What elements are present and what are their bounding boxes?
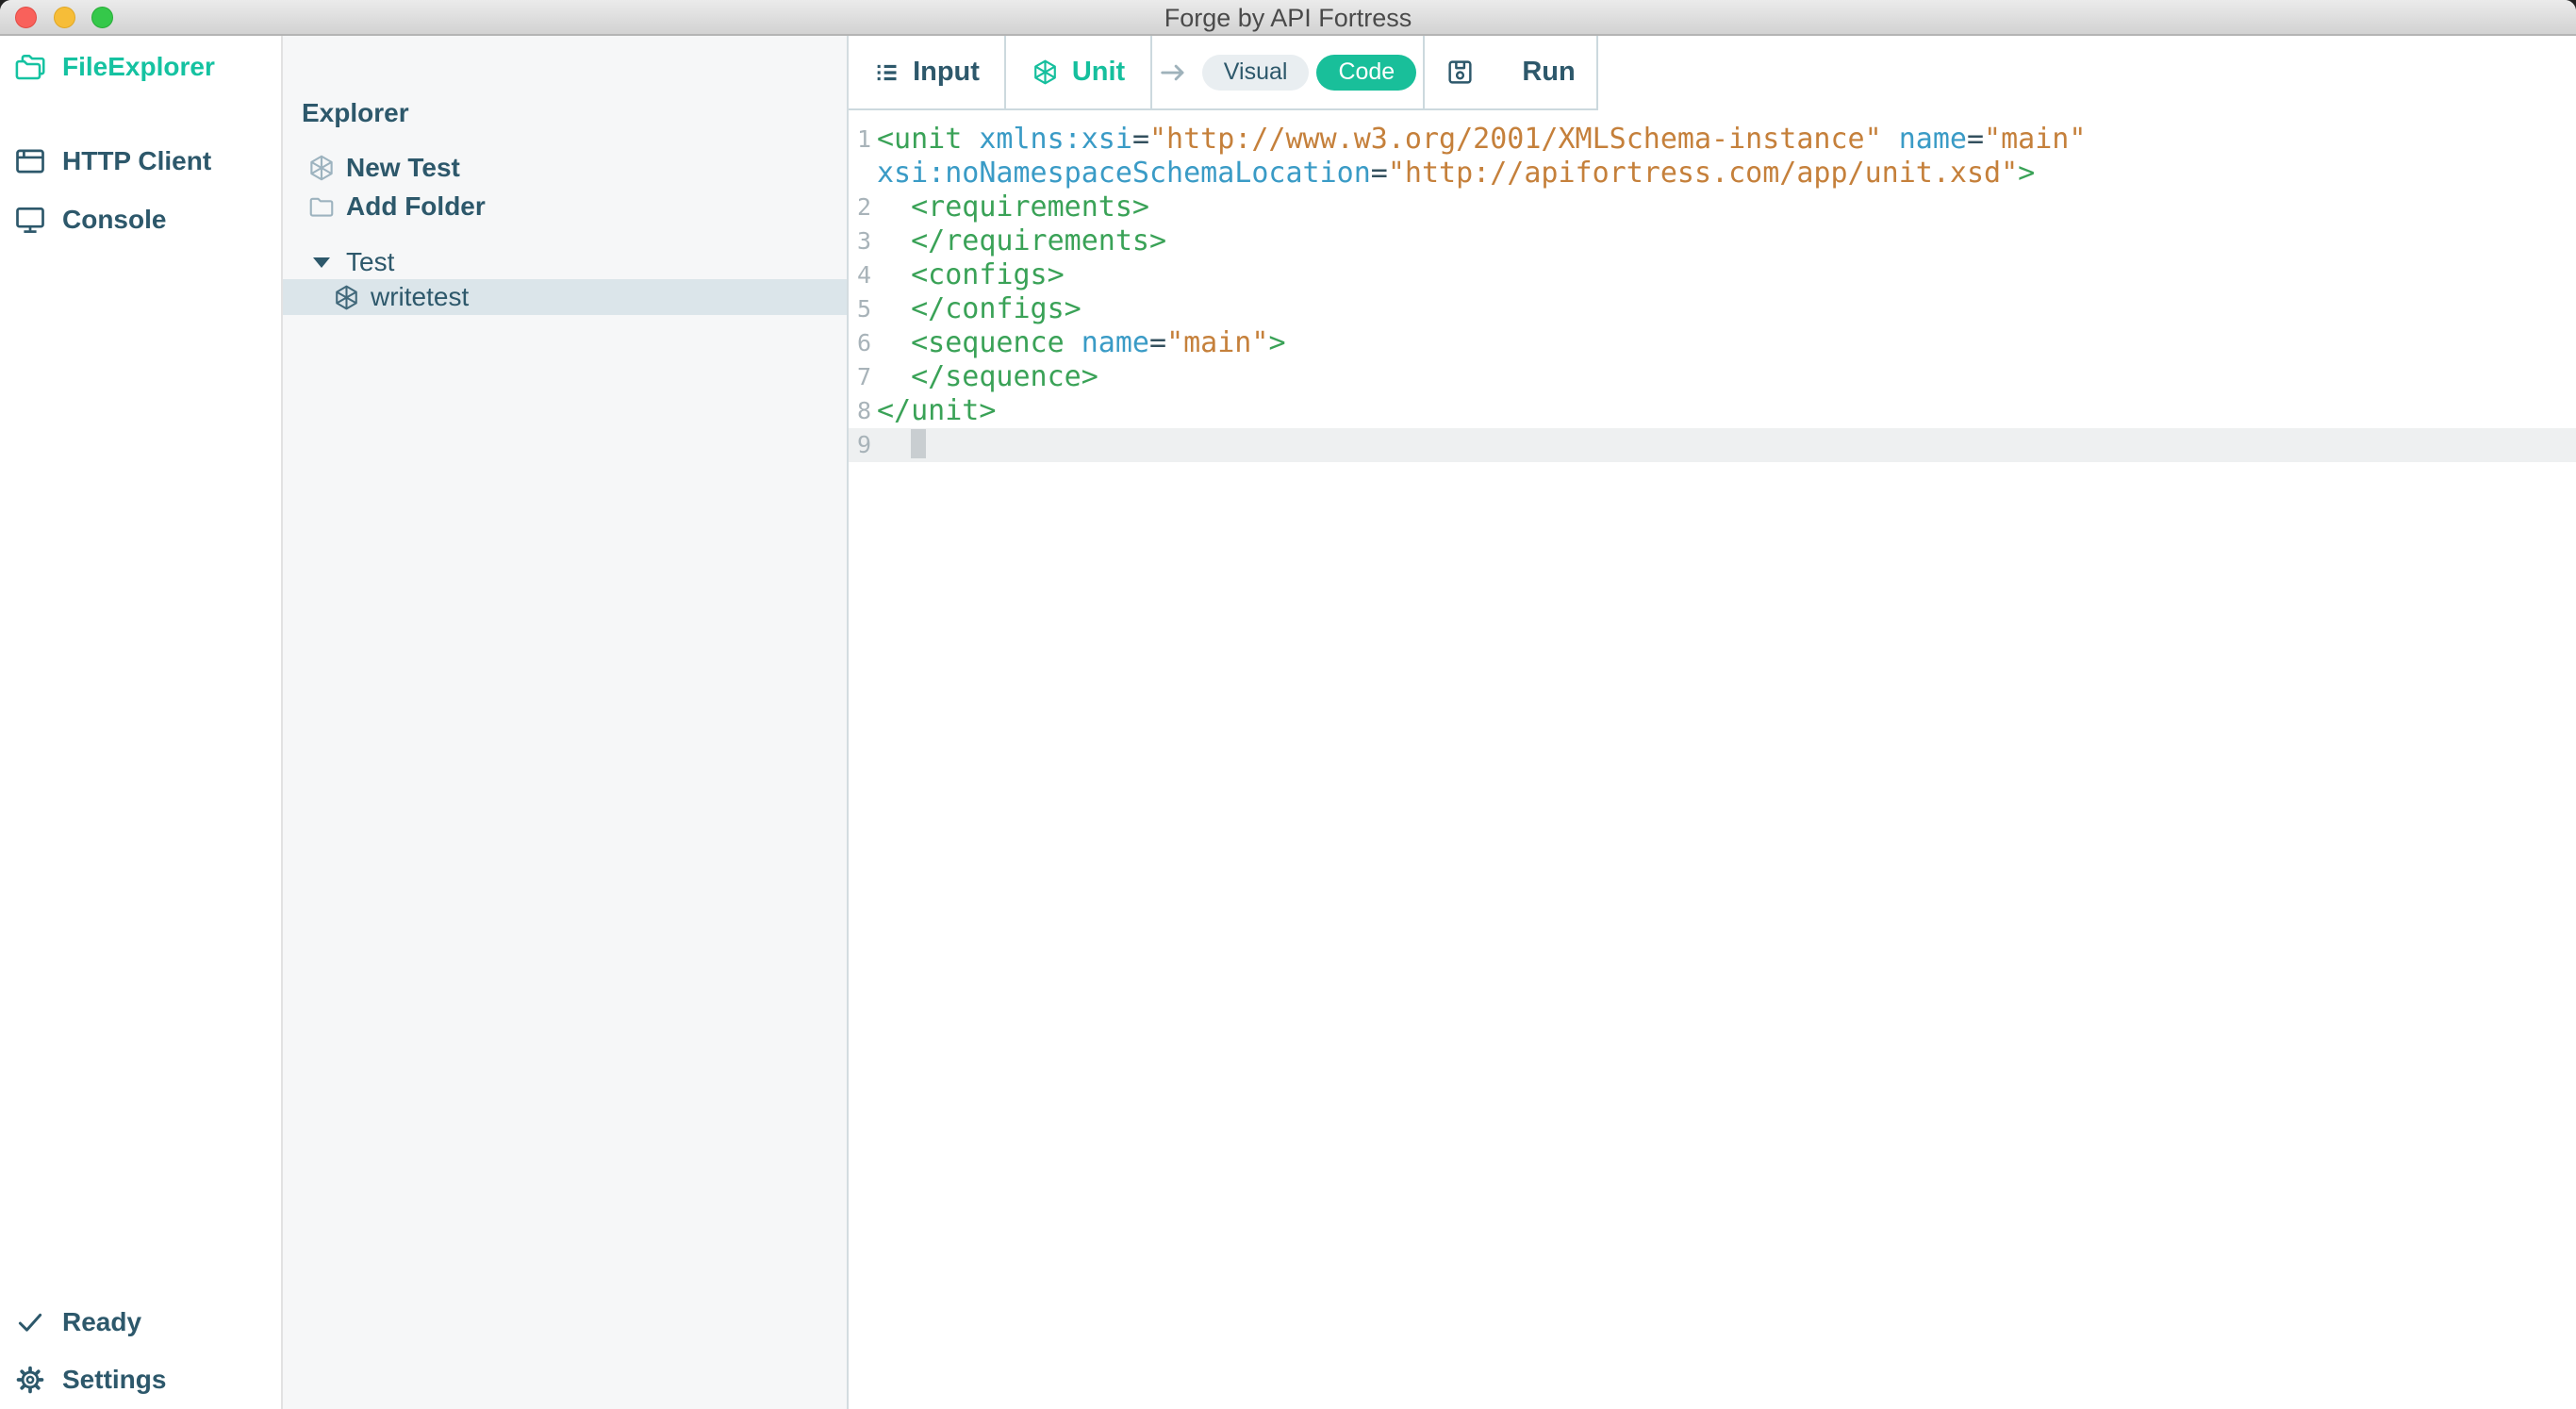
status-label: Ready xyxy=(62,1307,141,1337)
code-line[interactable]: xsi:noNamespaceSchemaLocation="http://ap… xyxy=(849,157,2576,191)
run-section: Run xyxy=(1425,36,1598,110)
sidebar-item-label: Console xyxy=(62,205,166,235)
tab-unit[interactable]: Unit xyxy=(1006,36,1152,110)
gear-icon xyxy=(12,1362,48,1398)
chevron-down-icon[interactable] xyxy=(313,257,330,268)
explorer-panel: Explorer New Test Add Folder Test xyxy=(283,36,849,1409)
sidebar-item-file-explorer[interactable]: FileExplorer xyxy=(0,41,281,93)
list-icon xyxy=(873,59,900,86)
visual-mode-button[interactable]: Visual xyxy=(1202,55,1310,91)
code-line[interactable]: 4 <configs> xyxy=(849,258,2576,292)
side-nav: FileExplorer HTTP Client Console xyxy=(0,36,283,1409)
tab-input-label: Input xyxy=(913,57,980,88)
cube-icon xyxy=(307,154,336,182)
code-line[interactable]: 6 <sequence name="main"> xyxy=(849,326,2576,360)
explorer-title: Explorer xyxy=(302,98,409,128)
code-line[interactable]: 5 </configs> xyxy=(849,292,2576,326)
code-mode-button[interactable]: Code xyxy=(1316,55,1416,91)
app-window: Forge by API Fortress FileExplorer HTTP … xyxy=(0,0,2576,1409)
line-number: 1 xyxy=(849,123,871,157)
code-line[interactable]: 2 <requirements> xyxy=(849,191,2576,224)
line-number: 9 xyxy=(849,428,871,462)
folder-icon xyxy=(307,192,336,221)
line-number: 5 xyxy=(849,292,871,326)
tab-input[interactable]: Input xyxy=(849,36,1006,110)
tree-folder-label: Test xyxy=(346,247,394,277)
code-line[interactable]: 1<unit xmlns:xsi="http://www.w3.org/2001… xyxy=(849,123,2576,157)
sidebar-item-label: FileExplorer xyxy=(62,52,215,82)
check-icon xyxy=(12,1304,48,1340)
save-icon[interactable] xyxy=(1445,58,1475,87)
add-folder-button[interactable]: Add Folder xyxy=(283,186,847,227)
sidebar-item-settings[interactable]: Settings xyxy=(0,1353,281,1406)
text-cursor xyxy=(911,429,926,458)
code-editor[interactable]: 1<unit xmlns:xsi="http://www.w3.org/2001… xyxy=(849,112,2576,1409)
tree-item-writetest[interactable]: writetest xyxy=(283,279,847,315)
cube-icon xyxy=(1032,58,1059,86)
tab-unit-label: Unit xyxy=(1072,57,1125,88)
sidebar-item-label: Settings xyxy=(62,1365,166,1395)
arrow-right-icon xyxy=(1159,58,1187,87)
view-mode-switch: Visual Code xyxy=(1152,36,1425,110)
titlebar: Forge by API Fortress xyxy=(0,0,2576,36)
add-folder-label: Add Folder xyxy=(346,191,486,222)
line-number xyxy=(849,157,871,191)
editor-area: Input Unit Visual Code xyxy=(849,36,2576,1409)
code-line[interactable]: 9 xyxy=(849,428,2576,462)
code-line[interactable]: 8</unit> xyxy=(849,394,2576,428)
sidebar-item-console[interactable]: Console xyxy=(0,193,281,246)
sidebar-item-label: HTTP Client xyxy=(62,146,211,176)
code-line[interactable]: 7 </sequence> xyxy=(849,360,2576,394)
new-test-button[interactable]: New Test xyxy=(283,147,847,189)
sidebar-item-http-client[interactable]: HTTP Client xyxy=(0,135,281,188)
line-number: 7 xyxy=(849,360,871,394)
tree-folder-test[interactable]: Test xyxy=(283,241,847,283)
line-number: 3 xyxy=(849,224,871,258)
window-title: Forge by API Fortress xyxy=(0,0,2576,34)
cube-icon xyxy=(332,284,360,311)
monitor-icon xyxy=(12,202,48,238)
new-test-label: New Test xyxy=(346,153,460,183)
code-line[interactable]: 3 </requirements> xyxy=(849,224,2576,258)
folders-icon xyxy=(12,49,48,85)
line-number: 4 xyxy=(849,258,871,292)
line-number: 2 xyxy=(849,191,871,224)
line-number: 6 xyxy=(849,326,871,360)
browser-window-icon xyxy=(12,143,48,179)
status-item-ready[interactable]: Ready xyxy=(0,1296,281,1349)
line-number: 8 xyxy=(849,394,871,428)
code-lines: 1<unit xmlns:xsi="http://www.w3.org/2001… xyxy=(849,123,2576,462)
run-button[interactable]: Run xyxy=(1522,57,1575,88)
tree-item-label: writetest xyxy=(371,282,469,312)
editor-toolbar: Input Unit Visual Code xyxy=(849,36,2576,110)
